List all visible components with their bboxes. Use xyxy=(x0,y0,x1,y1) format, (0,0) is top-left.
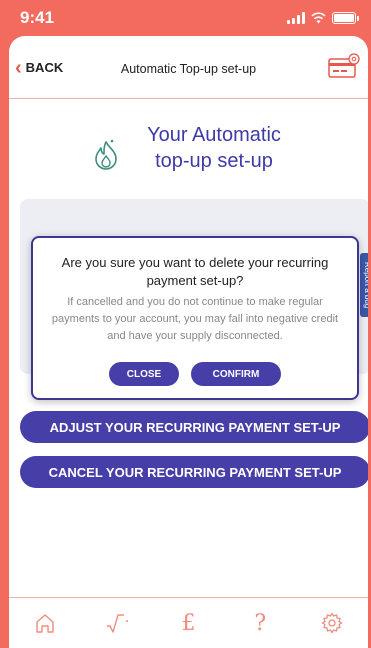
settings-icon xyxy=(321,612,343,634)
cancel-recurring-payment-button[interactable]: CANCEL YOUR RECURRING PAYMENT SET-UP xyxy=(20,456,368,488)
dialog-buttons: CLOSE CONFIRM xyxy=(33,362,357,386)
navigation-bar: ‹ BACK Automatic Top-up set-up xyxy=(9,36,368,99)
tab-home[interactable] xyxy=(25,603,65,643)
tab-settings[interactable] xyxy=(312,603,352,643)
delete-confirmation-dialog: Are you sure you want to delete your rec… xyxy=(31,236,359,400)
help-icon: ? xyxy=(254,610,267,636)
status-bar: 9:41 xyxy=(0,0,371,36)
hero-title-line1: Your Automatic xyxy=(147,124,281,146)
confirm-button[interactable]: CONFIRM xyxy=(191,362,281,386)
dialog-message: If cancelled and you do not continue to … xyxy=(51,296,339,342)
report-bug-tab[interactable]: Report a bug xyxy=(360,253,368,317)
bottom-tab-bar: £ ? xyxy=(9,597,368,648)
usage-graph-icon xyxy=(106,614,128,633)
status-icons xyxy=(287,12,359,24)
battery-tip xyxy=(357,15,359,21)
adjust-recurring-payment-button[interactable]: ADJUST YOUR RECURRING PAYMENT SET-UP xyxy=(20,411,368,443)
battery-icon xyxy=(332,12,356,24)
phone-frame: 9:41 ‹ BACK Automatic Top-up set-up Your… xyxy=(0,0,371,648)
payment-card-settings-icon[interactable] xyxy=(328,53,360,79)
home-icon xyxy=(36,614,54,633)
tab-usage[interactable] xyxy=(97,603,137,643)
tab-help[interactable]: ? xyxy=(240,603,280,643)
dialog-title: Are you sure you want to delete your rec… xyxy=(61,255,329,288)
wifi-icon xyxy=(311,12,326,24)
app-screen: ‹ BACK Automatic Top-up set-up Your Auto… xyxy=(9,36,368,648)
flame-icon xyxy=(95,139,117,170)
pound-icon: £ xyxy=(181,610,196,636)
page-header: Your Automatic top-up set-up xyxy=(9,116,368,176)
tab-payments[interactable]: £ xyxy=(168,603,208,643)
hero-title-line2: top-up set-up xyxy=(155,150,273,172)
signal-icon xyxy=(287,12,305,24)
close-button[interactable]: CLOSE xyxy=(109,362,179,386)
hero-title: Your Automatic top-up set-up xyxy=(129,122,299,174)
page-title: Automatic Top-up set-up xyxy=(120,62,257,76)
status-time: 9:41 xyxy=(20,8,55,27)
